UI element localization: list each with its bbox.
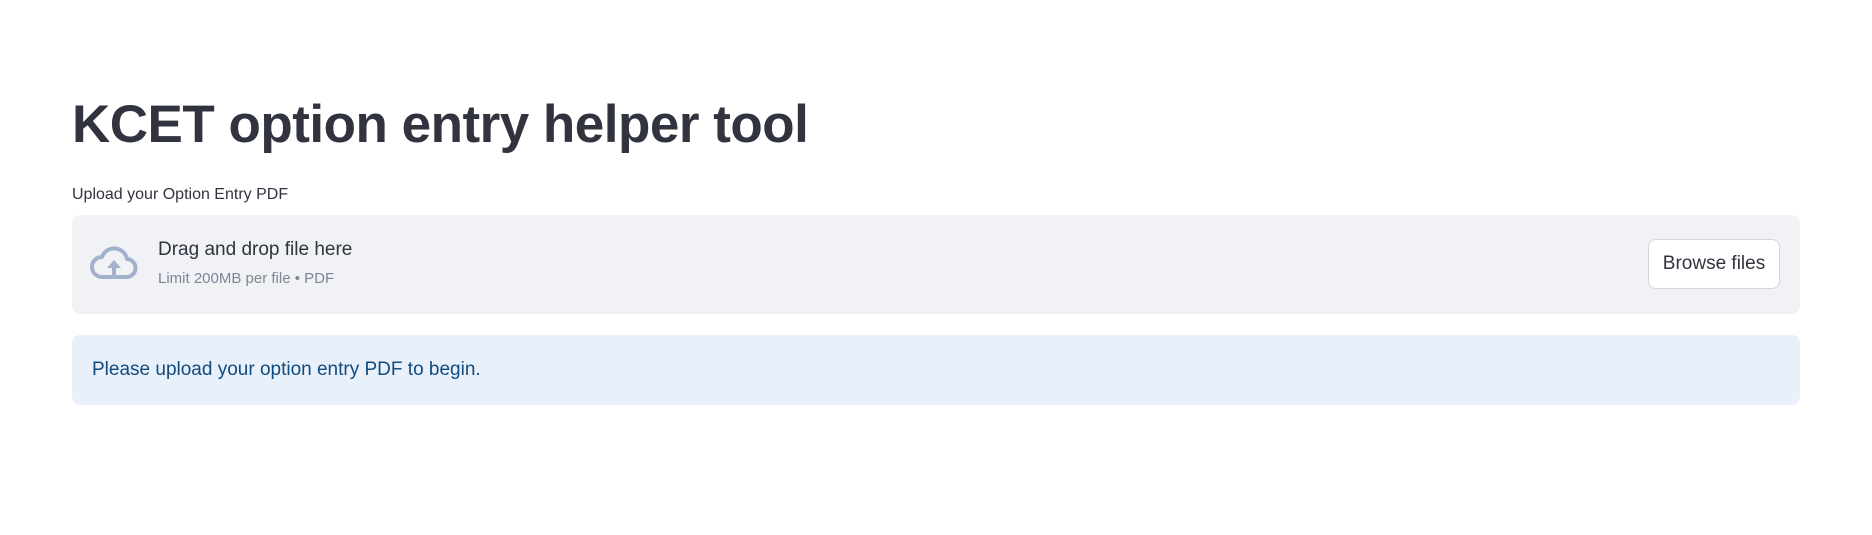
info-alert-message: Please upload your option entry PDF to b…: [92, 359, 481, 380]
dropzone-text: Drag and drop file here Limit 200MB per …: [158, 237, 352, 289]
info-alert: Please upload your option entry PDF to b…: [72, 335, 1800, 405]
browse-files-button[interactable]: Browse files: [1648, 239, 1780, 289]
file-dropzone[interactable]: Drag and drop file here Limit 200MB per …: [72, 215, 1800, 314]
file-uploader-label: Upload your Option Entry PDF: [72, 186, 289, 203]
dropzone-instructions: Drag and drop file here: [158, 239, 353, 260]
file-limit-text: Limit 200MB per file • PDF: [158, 270, 335, 287]
cloud-upload-icon: [90, 245, 138, 285]
page-title: KCET option entry helper tool: [72, 95, 809, 154]
